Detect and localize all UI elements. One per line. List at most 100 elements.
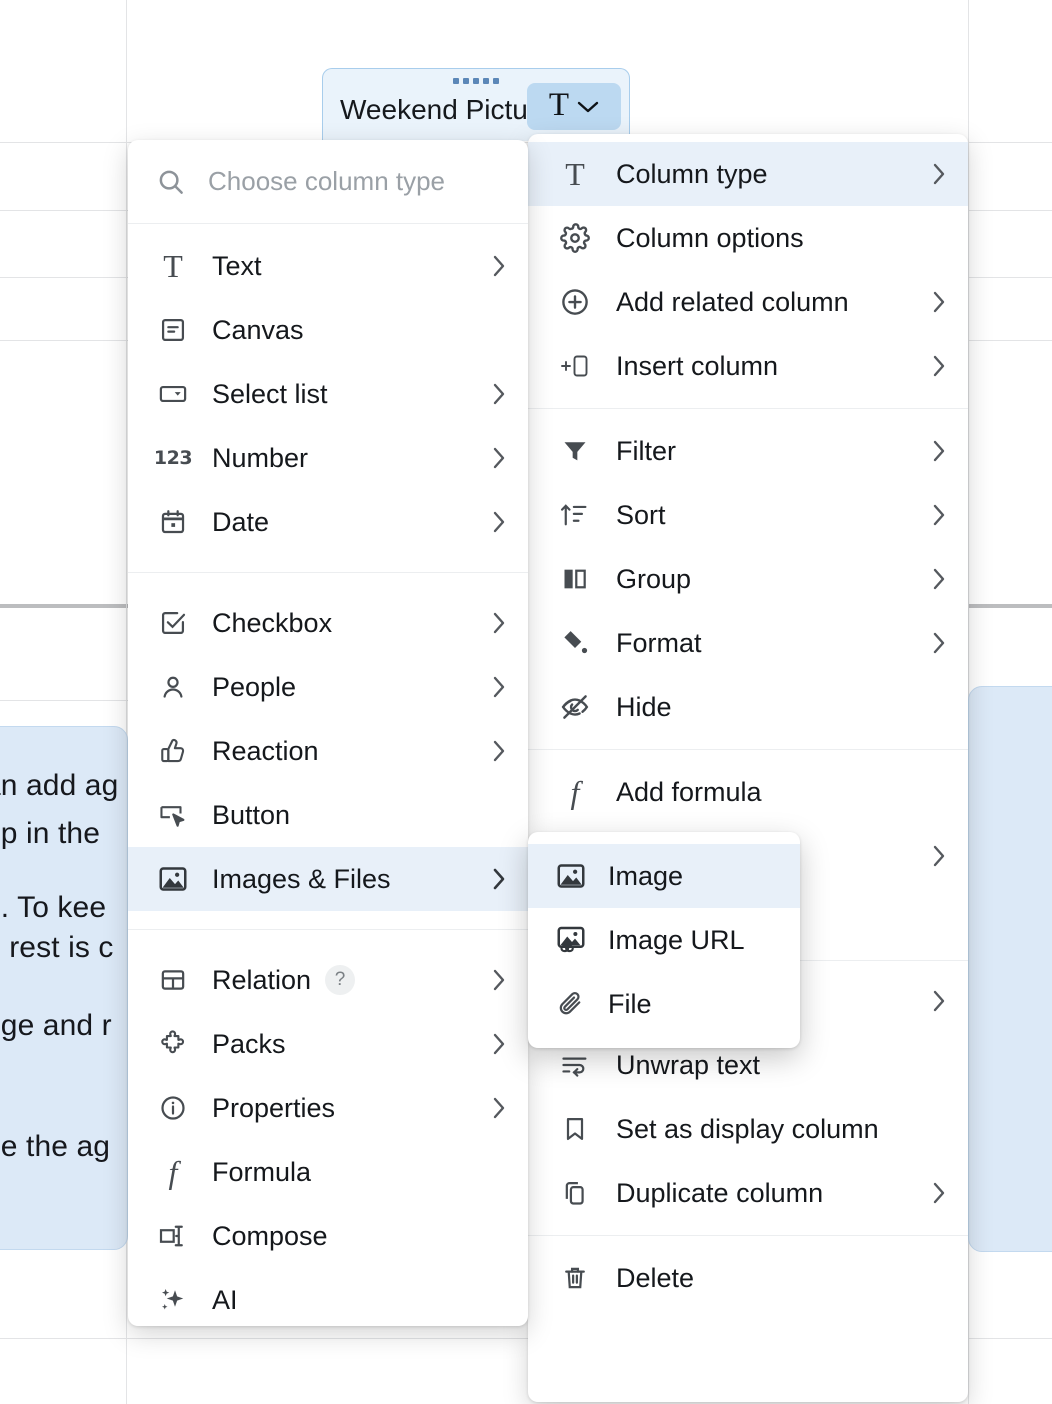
info-icon — [156, 1091, 190, 1125]
gear-icon — [558, 221, 592, 255]
text-type-icon: T — [156, 249, 190, 283]
menu-item-label: Column options — [616, 223, 804, 254]
thumbs-up-icon — [156, 734, 190, 768]
chevron-right-icon — [493, 612, 506, 634]
type-item-canvas[interactable]: Canvas — [128, 298, 528, 362]
menu-divider — [128, 929, 528, 930]
cell-card-left-line-4: nge and r — [0, 1006, 112, 1046]
menu-item-set-as-display-column[interactable]: Set as display column — [528, 1097, 968, 1161]
chevron-right-icon — [933, 568, 946, 590]
menu-item-label: Delete — [616, 1263, 694, 1294]
cell-card-right — [968, 686, 1052, 1252]
menu-item-label: Column type — [616, 159, 768, 190]
type-item-label: Compose — [212, 1221, 328, 1252]
menu-item-column-type[interactable]: T Column type — [528, 142, 968, 206]
menu-item-hide[interactable]: Hide — [528, 675, 968, 739]
type-item-label: Number — [212, 443, 308, 474]
chevron-right-icon — [933, 440, 946, 462]
menu-item-label: Add formula — [616, 777, 762, 808]
type-item-reaction[interactable]: Reaction — [128, 719, 528, 783]
search-placeholder: Choose column type — [208, 166, 445, 197]
menu-item-label: Duplicate column — [616, 1178, 823, 1209]
group-icon — [558, 562, 592, 596]
column-type-search[interactable]: Choose column type — [128, 140, 528, 224]
chevron-right-icon — [933, 1182, 946, 1204]
type-item-text[interactable]: T Text — [128, 234, 528, 298]
menu-item-column-options[interactable]: Column options — [528, 206, 968, 270]
type-item-select-list[interactable]: Select list — [128, 362, 528, 426]
type-item-label: Properties — [212, 1093, 335, 1124]
column-context-menu: T Column type Column options Add related… — [528, 134, 968, 1402]
type-item-images-and-files[interactable]: Images & Files — [128, 847, 528, 911]
chevron-right-icon — [493, 676, 506, 698]
image-icon — [554, 859, 588, 893]
menu-item-label: Group — [616, 564, 691, 595]
chevron-right-icon — [493, 740, 506, 762]
type-item-date[interactable]: Date — [128, 490, 528, 554]
search-icon — [156, 167, 186, 197]
button-icon — [156, 798, 190, 832]
menu-item-group[interactable]: Group — [528, 547, 968, 611]
plus-circle-icon — [558, 285, 592, 319]
menu-item-format[interactable]: Format — [528, 611, 968, 675]
chevron-right-icon — [493, 383, 506, 405]
submenu-item-image-url[interactable]: Image URL — [528, 908, 800, 972]
type-item-people[interactable]: People — [128, 655, 528, 719]
menu-item-label: Add related column — [616, 287, 849, 318]
type-item-label: Formula — [212, 1157, 311, 1188]
type-item-compose[interactable]: Compose — [128, 1204, 528, 1268]
menu-item-label: Sort — [616, 500, 666, 531]
insert-column-icon — [558, 349, 592, 383]
menu-item-label: Filter — [616, 436, 676, 467]
images-files-submenu: Image Image URL File — [528, 832, 800, 1048]
type-item-number[interactable]: 123 Number — [128, 426, 528, 490]
type-item-button[interactable]: Button — [128, 783, 528, 847]
type-item-label: Text — [212, 251, 262, 282]
filter-icon — [558, 434, 592, 468]
type-item-label: Packs — [212, 1029, 286, 1060]
menu-item-sort[interactable]: Sort — [528, 483, 968, 547]
submenu-item-image[interactable]: Image — [528, 844, 800, 908]
type-item-checkbox[interactable]: Checkbox — [128, 591, 528, 655]
unwrap-text-icon — [558, 1048, 592, 1082]
trash-icon — [558, 1261, 592, 1295]
type-item-label: Reaction — [212, 736, 319, 767]
chevron-right-icon — [493, 1033, 506, 1055]
chevron-right-icon — [493, 511, 506, 533]
cell-card-left-line-0: an add ag — [0, 766, 118, 806]
type-item-relation[interactable]: Relation ? — [128, 948, 528, 1012]
type-item-label: AI — [212, 1285, 238, 1316]
menu-item-label: Set as display column — [616, 1114, 879, 1145]
chevron-right-icon — [493, 1097, 506, 1119]
chevron-down-icon — [577, 100, 599, 114]
type-item-label: People — [212, 672, 296, 703]
text-type-icon: T — [549, 89, 569, 122]
image-url-icon — [554, 923, 588, 957]
text-type-icon: T — [558, 157, 592, 191]
menu-item-duplicate-column[interactable]: Duplicate column — [528, 1161, 968, 1225]
column-type-button[interactable]: T — [527, 83, 621, 130]
chevron-right-icon — [933, 355, 946, 377]
menu-item-add-formula[interactable]: f Add formula — [528, 760, 968, 824]
menu-item-label: Insert column — [616, 351, 778, 382]
chevron-right-icon — [933, 990, 946, 1012]
column-header[interactable]: Weekend Pictu T — [322, 68, 630, 141]
type-item-formula[interactable]: f Formula — [128, 1140, 528, 1204]
chevron-right-icon — [493, 868, 506, 890]
submenu-item-label: Image URL — [608, 925, 745, 956]
menu-item-add-related-column[interactable]: Add related column — [528, 270, 968, 334]
menu-item-filter[interactable]: Filter — [528, 419, 968, 483]
type-item-label: Checkbox — [212, 608, 332, 639]
menu-item-delete[interactable]: Delete — [528, 1246, 968, 1310]
chevron-right-icon — [933, 291, 946, 313]
type-item-properties[interactable]: Properties — [128, 1076, 528, 1140]
type-item-packs[interactable]: Packs — [128, 1012, 528, 1076]
compose-icon — [156, 1219, 190, 1253]
submenu-item-label: Image — [608, 861, 683, 892]
help-badge[interactable]: ? — [325, 965, 355, 995]
menu-item-insert-column[interactable]: Insert column — [528, 334, 968, 398]
type-item-ai[interactable]: AI — [128, 1268, 528, 1332]
type-item-label: Date — [212, 507, 269, 538]
submenu-item-file[interactable]: File — [528, 972, 800, 1036]
drag-handle-icon[interactable] — [453, 78, 499, 84]
